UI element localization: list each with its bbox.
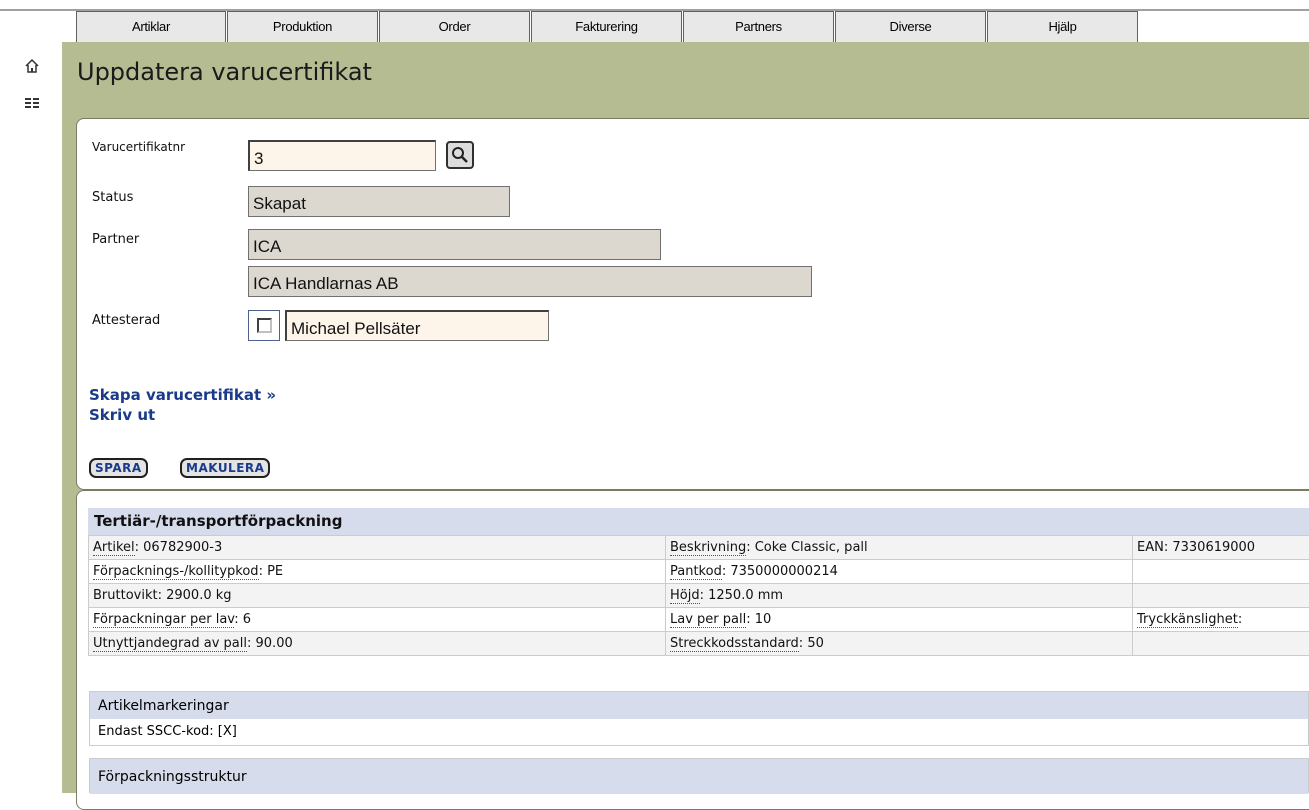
- tab-artiklar[interactable]: Artiklar: [76, 11, 226, 42]
- cell-label: Tryckkänslighet: [1137, 612, 1238, 628]
- table-cell: Tryckkänslighet:: [1133, 608, 1309, 632]
- attested-label: Attesterad: [92, 313, 160, 328]
- status-label: Status: [92, 190, 133, 205]
- cell-label: EAN: [1137, 540, 1164, 555]
- tab-order[interactable]: Order: [379, 11, 530, 42]
- cancel-button[interactable]: MAKULERA: [180, 458, 270, 478]
- tab-hjalp[interactable]: Hjälp: [987, 11, 1138, 42]
- table-cell: Beskrivning: Coke Classic, pall: [666, 536, 1133, 560]
- table-cell: Streckkodsstandard: 50: [666, 632, 1133, 656]
- table-cell: Bruttovikt: 2900.0 kg: [89, 584, 666, 608]
- print-link[interactable]: Skriv ut: [89, 406, 155, 424]
- cell-value: Coke Classic, pall: [755, 540, 868, 555]
- cell-value: 10: [755, 612, 772, 627]
- cell-value: 7330619000: [1172, 540, 1255, 555]
- cell-label: Bruttovikt: [93, 588, 158, 603]
- partner-label: Partner: [92, 232, 139, 247]
- partner-name-field: ICA Handlarnas AB: [248, 266, 812, 297]
- cell-value: 7350000000214: [730, 564, 838, 579]
- table-row: Förpackningar per lav: 6 Lav per pall: 1…: [89, 608, 1309, 632]
- top-navigation: Artiklar Produktion Order Fakturering Pa…: [0, 0, 1309, 42]
- cell-label: Streckkodsstandard: [670, 636, 799, 652]
- table-cell: [1133, 584, 1309, 608]
- tab-produktion[interactable]: Produktion: [227, 11, 378, 42]
- table-row: Artikel: 06782900-3 Beskrivning: Coke Cl…: [89, 536, 1309, 560]
- home-icon[interactable]: [24, 58, 40, 74]
- cell-label: Lav per pall: [670, 612, 746, 628]
- cell-label: Pantkod: [670, 564, 722, 580]
- cell-label: Höjd: [670, 588, 700, 604]
- packaging-table: Artikel: 06782900-3 Beskrivning: Coke Cl…: [88, 535, 1309, 656]
- page-title: Uppdatera varucertifikat: [77, 58, 372, 86]
- table-cell: Förpacknings-/kollitypkod: PE: [89, 560, 666, 584]
- attested-checkbox[interactable]: [248, 310, 280, 341]
- form-panel: [76, 118, 1309, 490]
- left-rail: [0, 42, 64, 793]
- cell-value: PE: [267, 564, 283, 579]
- save-button[interactable]: SPARA: [89, 458, 148, 478]
- cell-value: 6: [243, 612, 251, 627]
- cell-label: Förpackningar per lav: [93, 612, 234, 628]
- cell-value: 06782900-3: [143, 540, 222, 555]
- table-row: Förpacknings-/kollitypkod: PE Pantkod: 7…: [89, 560, 1309, 584]
- search-icon: [448, 143, 472, 167]
- section-title: Tertiär-/transportförpackning: [94, 512, 342, 530]
- tab-partners[interactable]: Partners: [683, 11, 834, 42]
- table-cell: EAN: 7330619000: [1133, 536, 1309, 560]
- table-cell: Artikel: 06782900-3: [89, 536, 666, 560]
- table-cell: [1133, 632, 1309, 656]
- checkbox-box: [257, 318, 272, 333]
- cell-label: Förpacknings-/kollitypkod: [93, 564, 259, 580]
- table-cell: [1133, 560, 1309, 584]
- cell-value: 1250.0 mm: [708, 588, 783, 603]
- table-cell: Lav per pall: 10: [666, 608, 1133, 632]
- cell-label: Beskrivning: [670, 540, 746, 556]
- cell-value: 2900.0 kg: [166, 588, 231, 603]
- tab-diverse[interactable]: Diverse: [835, 11, 986, 42]
- article-markings-box: Artikelmarkeringar Endast SSCC-kod: [X]: [89, 691, 1309, 746]
- tab-fakturering[interactable]: Fakturering: [531, 11, 682, 42]
- table-cell: Förpackningar per lav: 6: [89, 608, 666, 632]
- partner-code-field: ICA: [248, 229, 661, 260]
- table-row: Utnyttjandegrad av pall: 90.00 Streckkod…: [89, 632, 1309, 656]
- cell-label: Utnyttjandegrad av pall: [93, 636, 247, 652]
- menu-grid-icon[interactable]: [24, 96, 40, 112]
- search-button[interactable]: [446, 141, 474, 169]
- table-row: Bruttovikt: 2900.0 kg Höjd: 1250.0 mm: [89, 584, 1309, 608]
- article-markings-title: Artikelmarkeringar: [90, 692, 1308, 719]
- packaging-structure-title: Förpackningsstruktur: [90, 759, 1308, 794]
- cert-number-input[interactable]: 3: [248, 140, 436, 171]
- section-header: Tertiär-/transportförpackning: [88, 508, 1309, 535]
- attested-by-input[interactable]: Michael Pellsäter: [285, 310, 549, 341]
- nav-tabs: Artiklar Produktion Order Fakturering Pa…: [76, 11, 1139, 42]
- table-cell: Utnyttjandegrad av pall: 90.00: [89, 632, 666, 656]
- table-cell: Pantkod: 7350000000214: [666, 560, 1133, 584]
- status-field: Skapat: [248, 186, 510, 217]
- cert-number-label: Varucertifikatnr: [92, 140, 185, 154]
- article-markings-value: Endast SSCC-kod: [X]: [90, 719, 1308, 745]
- create-certificate-link[interactable]: Skapa varucertifikat »: [89, 386, 276, 404]
- cell-value: 50: [807, 636, 824, 651]
- cell-value: 90.00: [256, 636, 293, 651]
- table-cell: Höjd: 1250.0 mm: [666, 584, 1133, 608]
- packaging-structure-box: Förpackningsstruktur: [89, 758, 1309, 793]
- cell-label: Artikel: [93, 540, 135, 556]
